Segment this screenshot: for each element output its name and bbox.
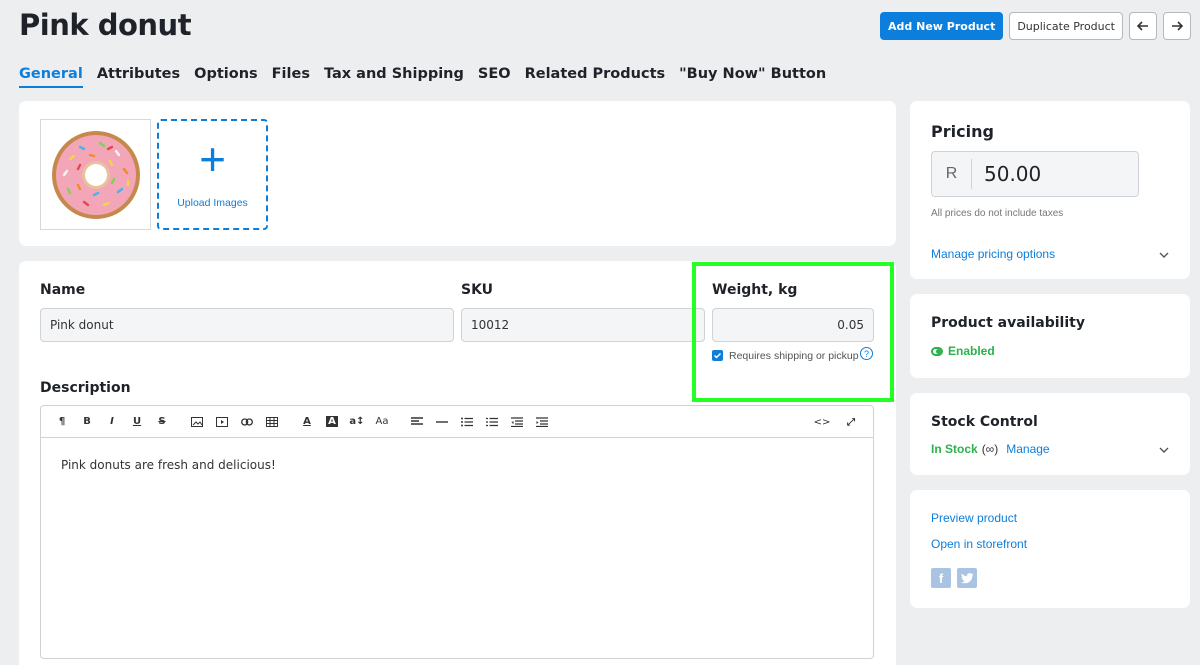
weight-label: Weight, kg: [712, 282, 798, 298]
description-label: Description: [40, 380, 131, 396]
sku-input[interactable]: [461, 308, 705, 342]
requires-shipping-checkbox[interactable]: [712, 350, 723, 361]
help-icon[interactable]: ?: [860, 347, 873, 360]
stock-status: In Stock: [931, 442, 978, 456]
tab-options[interactable]: Options: [194, 66, 258, 88]
tab-buy-now-button[interactable]: "Buy Now" Button: [679, 66, 826, 88]
availability-status[interactable]: Enabled: [931, 344, 995, 358]
editor-toolbar: ¶ B I U S A A a↕ Aa <> ⤢: [41, 406, 873, 438]
font-family-button[interactable]: Aa: [371, 412, 393, 432]
requires-shipping-row: Requires shipping or pickup: [712, 349, 862, 363]
arrow-right-icon: [1172, 21, 1184, 31]
manage-stock-link[interactable]: Manage: [1006, 442, 1049, 456]
background-color-button[interactable]: A: [321, 412, 343, 432]
description-content[interactable]: Pink donuts are fresh and delicious!: [41, 438, 873, 492]
insert-video-button[interactable]: [211, 412, 233, 432]
preview-product-link[interactable]: Preview product: [931, 511, 1017, 525]
tab-related-products[interactable]: Related Products: [525, 66, 666, 88]
stock-status-row: In Stock (∞) Manage: [931, 442, 1050, 456]
outdent-icon: [511, 416, 523, 427]
availability-card: Product availability Enabled: [910, 294, 1190, 378]
tab-seo[interactable]: SEO: [478, 66, 511, 88]
stock-control-title: Stock Control: [931, 414, 1038, 430]
code-view-button[interactable]: <>: [811, 412, 833, 432]
align-button[interactable]: [406, 412, 428, 432]
numbered-list-button[interactable]: [481, 412, 503, 432]
arrow-left-icon: [1136, 21, 1148, 31]
price-value: 50.00: [984, 162, 1042, 186]
top-actions: Add New Product Duplicate Product: [880, 12, 1191, 40]
links-card: Preview product Open in storefront f: [910, 490, 1190, 608]
chevron-down-icon[interactable]: [1159, 445, 1169, 455]
underline-button[interactable]: U: [126, 412, 148, 432]
weight-input[interactable]: [712, 308, 874, 342]
pricing-card: Pricing R 50.00 All prices do not includ…: [910, 101, 1190, 279]
description-editor: ¶ B I U S A A a↕ Aa <> ⤢ Pink donuts are…: [40, 405, 874, 659]
plus-icon: +: [199, 133, 226, 185]
horizontal-line-icon: [436, 420, 448, 423]
open-storefront-link[interactable]: Open in storefront: [931, 537, 1027, 551]
facebook-icon[interactable]: f: [931, 568, 951, 588]
upload-images-button[interactable]: + Upload Images: [157, 119, 268, 230]
availability-title: Product availability: [931, 315, 1085, 331]
font-size-button[interactable]: a↕: [346, 412, 368, 432]
video-icon: [216, 416, 228, 427]
link-icon: [241, 417, 253, 426]
name-input[interactable]: [40, 308, 454, 342]
insert-link-button[interactable]: [236, 412, 258, 432]
tab-attributes[interactable]: Attributes: [97, 66, 180, 88]
previous-product-button[interactable]: [1129, 12, 1157, 40]
manage-pricing-link[interactable]: Manage pricing options: [931, 247, 1055, 261]
currency-label: R: [932, 159, 972, 189]
price-tax-note: All prices do not include taxes: [931, 208, 1064, 219]
bullet-list-button[interactable]: [456, 412, 478, 432]
social-share: f: [931, 568, 977, 588]
product-image-thumbnail[interactable]: [40, 119, 151, 230]
images-card: + Upload Images: [19, 101, 896, 246]
background-color-label: A: [326, 416, 338, 427]
italic-button[interactable]: I: [101, 412, 123, 432]
numbered-list-icon: [486, 417, 498, 426]
name-label: Name: [40, 282, 86, 298]
indent-button[interactable]: [531, 412, 553, 432]
insert-image-button[interactable]: [186, 412, 208, 432]
availability-status-label: Enabled: [948, 344, 995, 358]
add-new-product-button[interactable]: Add New Product: [880, 12, 1004, 40]
outdent-button[interactable]: [506, 412, 528, 432]
bold-button[interactable]: B: [76, 412, 98, 432]
duplicate-product-button[interactable]: Duplicate Product: [1009, 12, 1123, 40]
font-color-button[interactable]: A: [296, 412, 318, 432]
toggle-on-icon: [931, 346, 943, 356]
tab-general[interactable]: General: [19, 66, 83, 88]
indent-icon: [536, 416, 548, 427]
stock-control-card: Stock Control In Stock (∞) Manage: [910, 393, 1190, 475]
tab-tax-and-shipping[interactable]: Tax and Shipping: [324, 66, 464, 88]
fullscreen-button[interactable]: ⤢: [840, 412, 862, 432]
upload-images-label: Upload Images: [177, 197, 248, 209]
product-tabs: General Attributes Options Files Tax and…: [19, 66, 826, 88]
next-product-button[interactable]: [1163, 12, 1191, 40]
pricing-title: Pricing: [931, 122, 994, 141]
sku-label: SKU: [461, 282, 494, 298]
twitter-icon[interactable]: [957, 568, 977, 588]
insert-table-button[interactable]: [261, 412, 283, 432]
toolbar-right: <> ⤢: [811, 412, 865, 432]
horizontal-rule-button[interactable]: [431, 412, 453, 432]
page-title: Pink donut: [19, 8, 192, 42]
chevron-down-icon[interactable]: [1159, 250, 1169, 260]
stock-infinity: (∞): [981, 442, 999, 456]
check-icon: [713, 352, 722, 359]
tab-files[interactable]: Files: [272, 66, 310, 88]
bullet-list-icon: [461, 417, 473, 426]
donut-image: [51, 130, 140, 219]
paragraph-button[interactable]: ¶: [51, 412, 73, 432]
align-left-icon: [411, 416, 423, 425]
strikethrough-button[interactable]: S: [151, 412, 173, 432]
twitter-bird-icon: [960, 572, 973, 583]
image-icon: [191, 416, 203, 427]
requires-shipping-label: Requires shipping or pickup: [729, 350, 859, 362]
table-icon: [266, 416, 278, 427]
price-input[interactable]: R 50.00: [931, 151, 1139, 197]
